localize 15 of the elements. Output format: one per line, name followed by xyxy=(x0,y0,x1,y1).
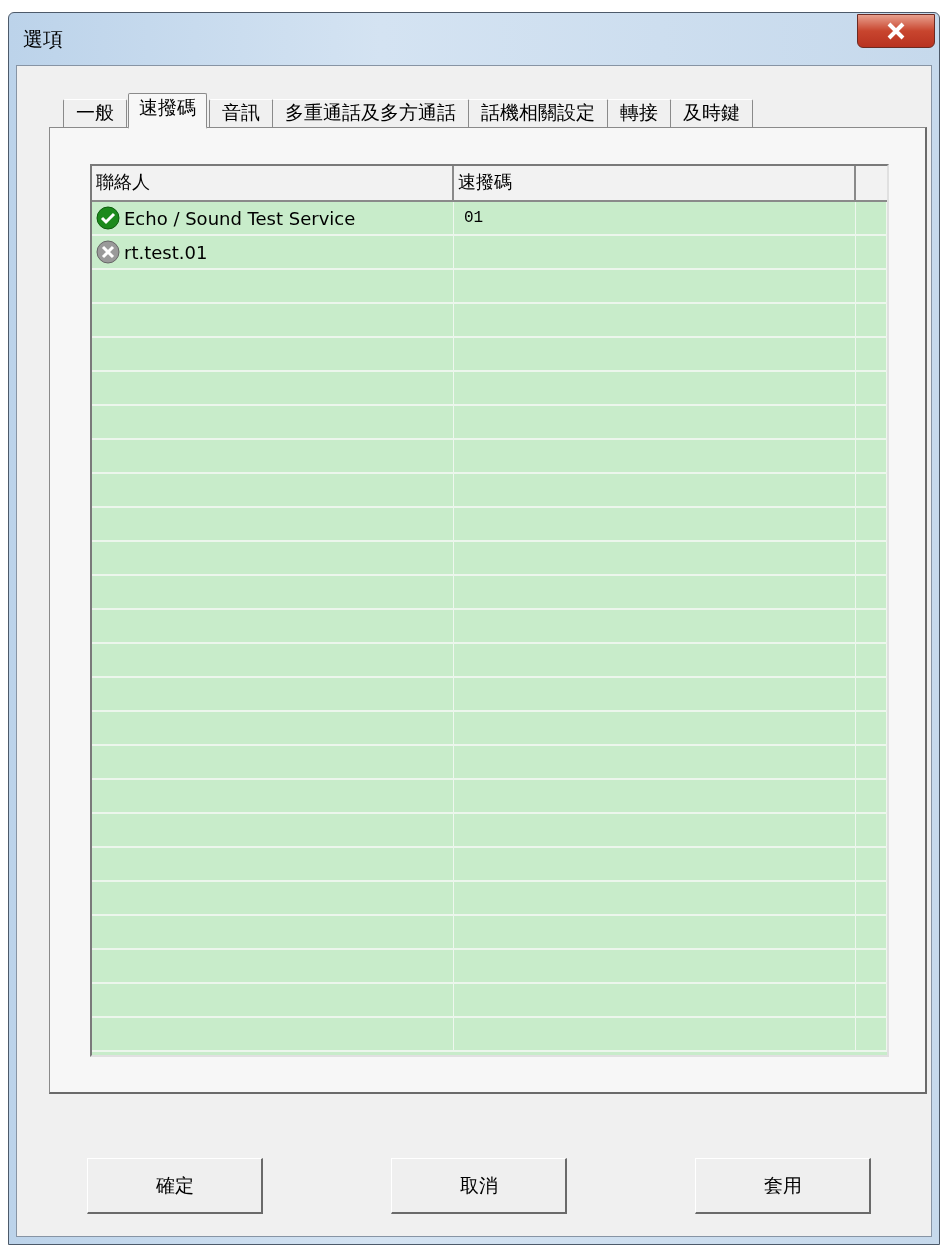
column-header[interactable]: 聯絡人 xyxy=(92,166,454,200)
tab[interactable]: 速撥碼 xyxy=(128,93,207,129)
dialog-button[interactable]: 取消 xyxy=(391,1158,567,1214)
dialog-button[interactable]: 確定 xyxy=(87,1158,263,1214)
dialog-button[interactable]: 套用 xyxy=(695,1158,871,1214)
speed-dial-number: 01 xyxy=(463,209,484,227)
tab[interactable]: 一般 xyxy=(63,99,127,127)
tab[interactable]: 及時鍵 xyxy=(670,99,753,127)
column-header[interactable]: 速撥碼 xyxy=(454,166,856,200)
contact-name: Echo / Sound Test Service xyxy=(124,207,356,229)
close-button[interactable] xyxy=(857,14,935,48)
contact-name: rt.test.01 xyxy=(124,241,208,263)
tab[interactable]: 音訊 xyxy=(209,99,273,127)
close-icon xyxy=(886,22,906,40)
window-title: 選項 xyxy=(23,26,63,52)
